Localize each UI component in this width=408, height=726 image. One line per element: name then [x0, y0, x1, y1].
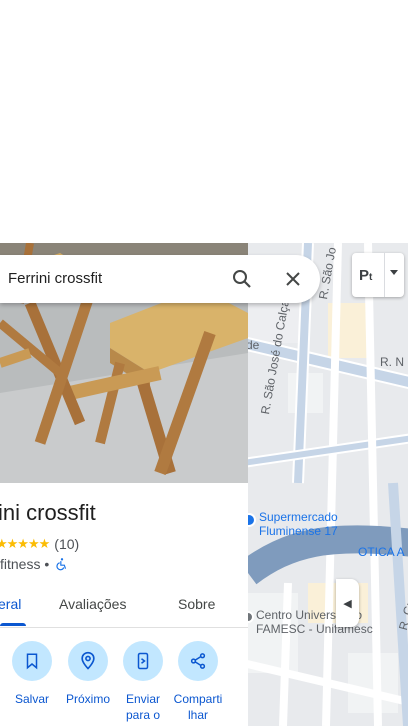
search-box[interactable]: Ferrini crossfit	[0, 255, 320, 303]
save-button[interactable]: Salvar	[4, 641, 60, 707]
share-button-circle	[178, 641, 218, 681]
wheelchair-icon	[56, 558, 67, 571]
tab-reviews[interactable]: Avaliações	[59, 596, 126, 612]
place-panel: ini crossfit ★★★★★ (10) fitness • eral A…	[0, 243, 248, 726]
nearby-label: Próximo	[65, 692, 110, 706]
save-button-circle	[12, 641, 52, 681]
poi-supermercado[interactable]: Supermercado Fluminense 17	[259, 510, 338, 538]
chevron-down-icon[interactable]	[390, 270, 398, 275]
send-to-phone-button[interactable]: Enviar para o	[115, 641, 171, 723]
place-title: ini crossfit	[0, 500, 96, 525]
search-icon[interactable]	[230, 267, 254, 291]
nearby-icon	[81, 651, 95, 670]
layers-button[interactable]: Pt	[352, 253, 404, 297]
send-label: Enviar para o	[125, 692, 161, 722]
bookmark-icon	[26, 653, 38, 670]
active-tab-indicator	[0, 623, 26, 626]
layers-divider	[384, 253, 385, 297]
category-row: fitness •	[0, 556, 69, 572]
share-button[interactable]: Comparti lhar	[170, 641, 226, 723]
blank-area	[0, 0, 408, 243]
send-button-circle	[123, 641, 163, 681]
nearby-button-circle	[68, 641, 108, 681]
share-label-line1: Comparti	[173, 692, 223, 706]
street-label-r-n: R. N	[380, 355, 404, 369]
chevron-left-icon: ◀	[343, 597, 352, 610]
star-rating-icon: ★★★★★	[0, 536, 50, 551]
map-roads	[248, 243, 408, 726]
review-count[interactable]: (10)	[54, 536, 79, 552]
poi-otica[interactable]: OTICA A	[358, 545, 405, 559]
share-label-line2: lhar	[187, 708, 208, 722]
tab-overview[interactable]: eral	[0, 596, 21, 612]
search-input[interactable]: Ferrini crossfit	[8, 270, 102, 287]
action-buttons: Salvar Próximo Enviar para o Comparti lh…	[0, 641, 248, 726]
save-label: Salvar	[14, 692, 49, 706]
street-label-de: de	[248, 338, 260, 352]
share-icon	[190, 653, 206, 669]
place-category[interactable]: fitness •	[0, 556, 49, 572]
tab-about[interactable]: Sobre	[178, 596, 215, 612]
place-tabs: eral Avaliações Sobre	[0, 583, 248, 628]
poi-supermercado-line2: Fluminense 17	[259, 524, 338, 538]
collapse-panel-button[interactable]: ◀	[336, 579, 359, 627]
layers-label-sub: t	[369, 271, 373, 283]
map-canvas[interactable]: de R. N R. São José do Calçado R. São Jo…	[248, 243, 408, 726]
close-icon[interactable]	[281, 267, 305, 291]
poi-supermercado-line1: Supermercado	[259, 510, 338, 524]
rating-row[interactable]: ★★★★★ (10)	[0, 536, 79, 552]
nearby-button[interactable]: Próximo	[60, 641, 116, 707]
layers-label-main: P	[359, 266, 370, 284]
share-label: Comparti lhar	[170, 691, 226, 723]
layers-button-label: Pt	[359, 267, 372, 284]
send-to-phone-icon	[137, 652, 149, 670]
